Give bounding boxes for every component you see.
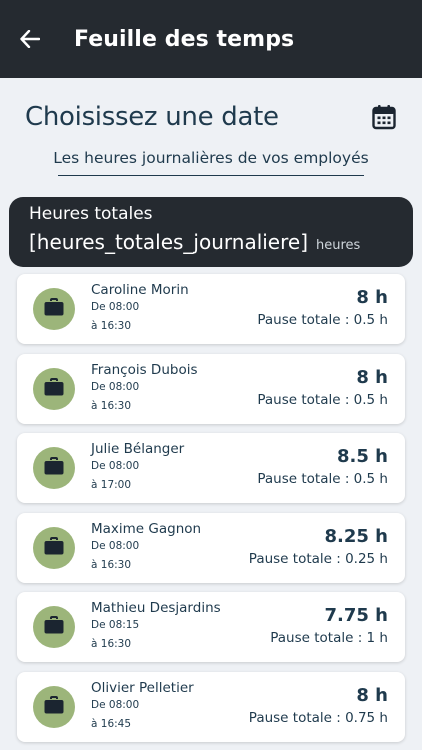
- worked-hours: 7.75 h: [324, 605, 389, 626]
- start-time: De 08:00: [91, 380, 140, 393]
- end-time: à 16:30: [91, 320, 132, 332]
- total-pause: Pause totale : 0.5 h: [257, 391, 388, 408]
- start-time: De 08:00: [91, 301, 140, 313]
- subtitle-underline: [58, 175, 364, 176]
- employee-card[interactable]: Olivier Pelletier De 08:00 à 16:45 8 h P…: [17, 671, 405, 742]
- employee-name: François Dubois: [91, 361, 198, 378]
- employee-name: Olivier Pelletier: [91, 679, 194, 696]
- total-pause: Pause totale : 0.5 h: [257, 471, 388, 487]
- employee-list: Caroline Morin De 08:00 à 16:30 8 h Paus…: [17, 274, 405, 750]
- app-bar: Feuille des temps: [0, 0, 422, 78]
- total-hours-card: Heures totales [heures_totales_journalie…: [9, 197, 413, 267]
- briefcase-icon: [44, 616, 64, 638]
- worked-hours: 8.5 h: [337, 446, 388, 467]
- end-time: à 16:30: [91, 558, 132, 571]
- calendar-icon[interactable]: [370, 103, 398, 131]
- start-time: De 08:00: [91, 460, 140, 472]
- app-bar-title: Feuille des temps: [74, 26, 295, 52]
- worked-hours: 8 h: [356, 287, 388, 308]
- worked-hours: 8.25 h: [324, 525, 389, 547]
- total-hours-value: [heures_totales_journaliere]: [29, 230, 309, 254]
- total-hours-label: Heures totales: [29, 204, 153, 224]
- avatar: [33, 526, 75, 569]
- start-time: De 08:00: [91, 539, 140, 552]
- employee-name: Maxime Gagnon: [91, 520, 202, 537]
- page-title: Choisissez une date: [25, 102, 279, 132]
- avatar: [33, 606, 75, 648]
- end-time: à 17:00: [91, 479, 132, 491]
- total-pause: Pause totale : 0.25 h: [248, 550, 388, 567]
- employee-card[interactable]: Julie Bélanger De 08:00 à 17:00 8.5 h Pa…: [17, 433, 405, 503]
- employee-card[interactable]: Caroline Morin De 08:00 à 16:30 8 h Paus…: [17, 274, 405, 344]
- total-hours-unit: heures: [316, 238, 361, 253]
- date-picker-row: Choisissez une date: [0, 100, 422, 134]
- employee-name: Caroline Morin: [91, 282, 189, 298]
- avatar: [33, 367, 75, 410]
- page-subtitle: Les heures journalières de vos employés: [53, 149, 369, 167]
- avatar: [33, 288, 75, 330]
- briefcase-icon: [44, 298, 64, 320]
- end-time: à 16:30: [91, 638, 132, 650]
- total-pause: Pause totale : 1 h: [270, 630, 388, 646]
- briefcase-icon: [44, 377, 64, 400]
- employee-name: Julie Bélanger: [91, 441, 185, 457]
- worked-hours: 8 h: [356, 366, 388, 388]
- employee-card[interactable]: Maxime Gagnon De 08:00 à 16:30 8.25 h Pa…: [17, 512, 405, 583]
- start-time: De 08:00: [91, 698, 140, 711]
- employee-name: Mathieu Desjardins: [91, 600, 221, 616]
- employee-card[interactable]: Mathieu Desjardins De 08:15 à 16:30 7.75…: [17, 592, 405, 662]
- employee-card[interactable]: François Dubois De 08:00 à 16:30 8 h Pau…: [17, 353, 405, 424]
- briefcase-icon: [44, 536, 64, 559]
- briefcase-icon: [44, 457, 64, 479]
- total-pause: Pause totale : 0.75 h: [248, 709, 388, 726]
- end-time: à 16:45: [91, 717, 132, 730]
- back-arrow-icon[interactable]: [18, 27, 42, 51]
- total-pause: Pause totale : 0.5 h: [257, 312, 388, 328]
- avatar: [33, 685, 75, 728]
- worked-hours: 8 h: [356, 684, 388, 706]
- end-time: à 16:30: [91, 399, 132, 412]
- avatar: [33, 447, 75, 489]
- start-time: De 08:15: [91, 619, 140, 631]
- briefcase-icon: [44, 695, 64, 718]
